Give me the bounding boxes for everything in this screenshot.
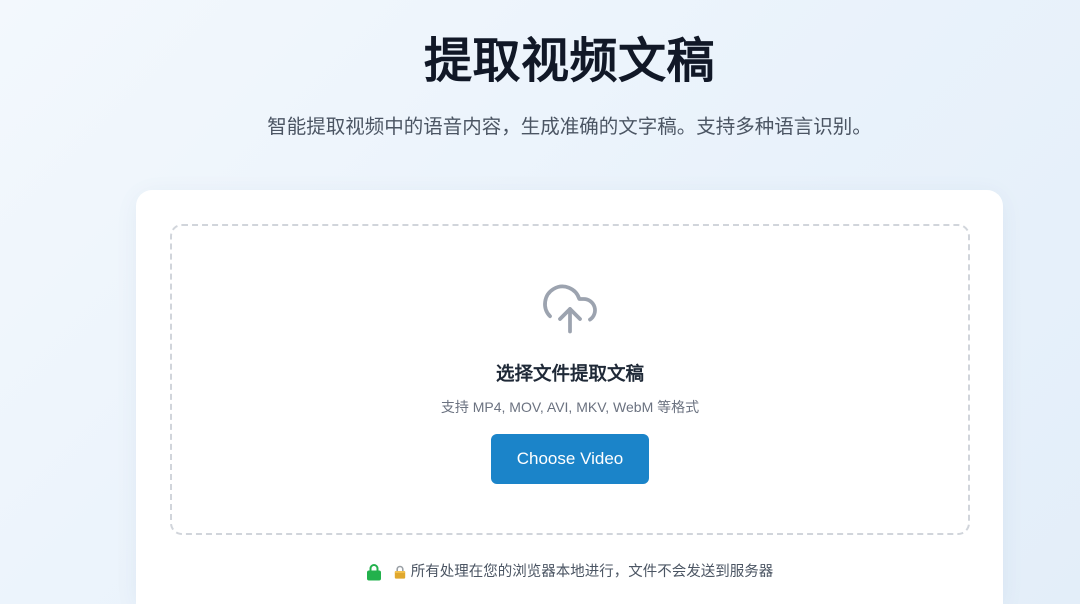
choose-video-button[interactable]: Choose Video <box>491 434 649 484</box>
supported-formats-text: 支持 MP4, MOV, AVI, MKV, WebM 等格式 <box>440 399 700 415</box>
upload-card: 选择文件提取文稿 支持 MP4, MOV, AVI, MKV, WebM 等格式… <box>136 190 1003 604</box>
cloud-upload-icon <box>540 279 600 339</box>
lock-icon <box>366 563 382 581</box>
file-dropzone[interactable]: 选择文件提取文稿 支持 MP4, MOV, AVI, MKV, WebM 等格式… <box>170 224 970 535</box>
upload-heading: 选择文件提取文稿 <box>495 363 644 384</box>
page-title: 提取视频文稿 <box>423 35 715 88</box>
privacy-text: 所有处理在您的浏览器本地进行，文件不会发送到服务器 <box>410 564 774 580</box>
lock-emoji-icon <box>394 565 406 579</box>
privacy-notice: 所有处理在您的浏览器本地进行，文件不会发送到服务器 <box>136 562 1003 582</box>
page-subtitle: 智能提取视频中的语音内容，生成准确的文字稿。支持多种语言识别。 <box>267 116 872 138</box>
